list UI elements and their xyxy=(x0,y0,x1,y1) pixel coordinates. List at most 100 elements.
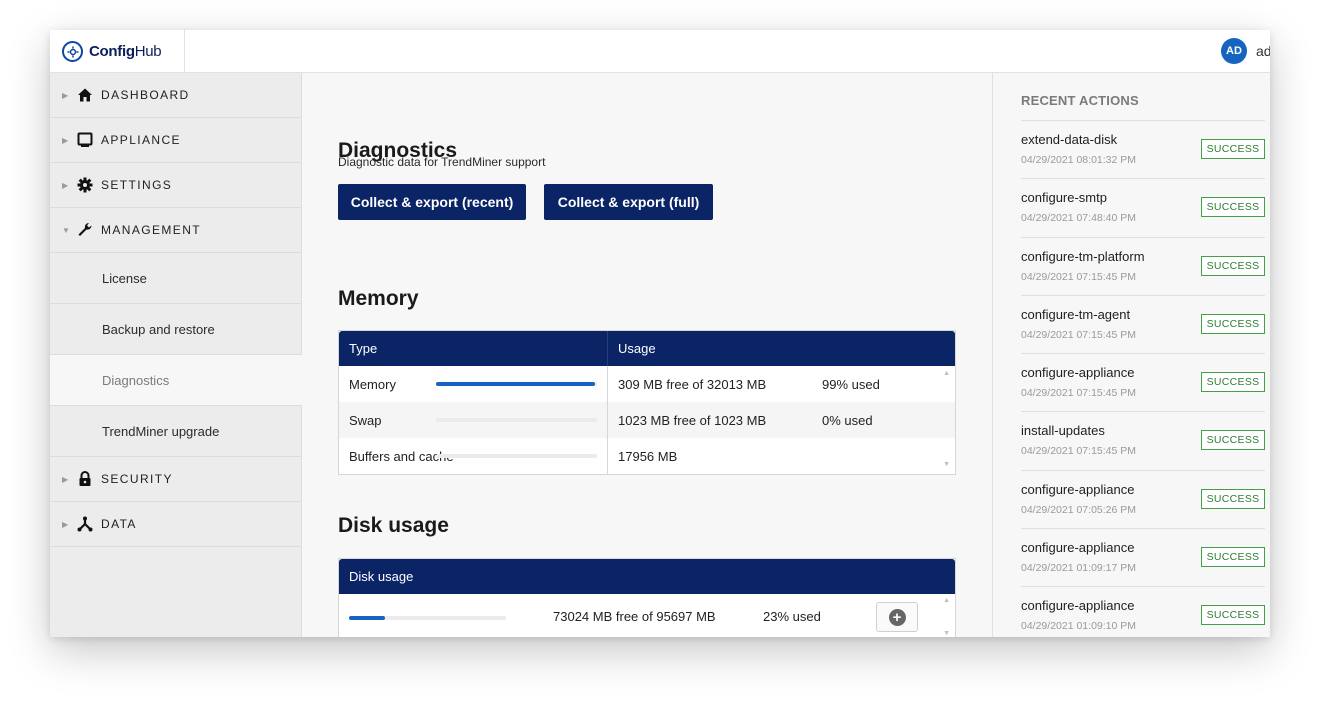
column-header-usage: Usage xyxy=(618,341,656,356)
action-name: configure-tm-agent xyxy=(1021,306,1131,322)
sidebar-item-label: APPLIANCE xyxy=(101,133,181,147)
action-name: configure-smtp xyxy=(1021,190,1107,206)
recent-actions-list: extend-data-disk 04/29/2021 08:01:32 PM SU… xyxy=(1021,120,1265,637)
sidebar-item-label: DATA xyxy=(101,517,137,531)
disk-usage-table-header: Disk usage xyxy=(339,559,955,594)
scroll-down-icon[interactable]: ▼ xyxy=(943,630,950,637)
swap-type-cell: Swap xyxy=(349,412,382,428)
action-time: 04/29/2021 01:09:10 PM xyxy=(1021,620,1137,633)
status-badge: SUCCESS xyxy=(1201,547,1265,568)
list-item[interactable]: configure-appliance 04/29/2021 01:09:10 P… xyxy=(1021,587,1265,637)
list-item[interactable]: configure-appliance 04/29/2021 01:09:17 P… xyxy=(1021,529,1265,588)
memory-table-header: Type Usage xyxy=(339,331,955,366)
action-name: configure-appliance xyxy=(1021,598,1135,614)
sidebar-item-settings[interactable]: ▶ SETTINGS xyxy=(50,163,301,208)
scroll-up-icon[interactable]: ▲ xyxy=(943,370,950,377)
buffers-usage-cell: 17956 MB xyxy=(618,448,678,464)
sidebar-item-label: DASHBOARD xyxy=(101,88,190,102)
memory-usage-bar xyxy=(436,382,597,386)
status-badge: SUCCESS xyxy=(1201,139,1265,159)
sidebar: ▶ DASHBOARD ▶ APPLIANCE ▶ SETTINGS ▼ MAN… xyxy=(50,73,302,637)
memory-heading: Memory xyxy=(338,287,419,310)
wrench-icon xyxy=(77,222,93,238)
list-item[interactable]: configure-tm-platform 04/29/2021 07:15:45… xyxy=(1021,238,1265,296)
action-name: configure-tm-platform xyxy=(1021,248,1145,264)
disk-usage-cell: 73024 MB free of 95697 MB xyxy=(553,609,716,624)
diagnostics-description: Diagnostic data for TrendMiner support xyxy=(338,155,546,169)
caret-right-icon: ▶ xyxy=(62,519,69,529)
caret-right-icon: ▶ xyxy=(62,90,69,100)
collect-export-recent-button[interactable]: Collect & export (recent) xyxy=(338,184,526,220)
disk-usage-bar-fill xyxy=(349,616,386,620)
confighub-logo-icon xyxy=(62,41,83,62)
expand-disk-button[interactable]: + xyxy=(876,602,918,632)
action-name: configure-appliance xyxy=(1021,481,1135,497)
disk-usage-table: Disk usage 73024 MB free of 95697 MB 23%… xyxy=(338,558,956,637)
swap-usage-bar xyxy=(436,418,597,422)
list-item[interactable]: install-updates 04/29/2021 07:15:45 PM SUC… xyxy=(1021,412,1265,471)
scroll-up-icon[interactable]: ▲ xyxy=(943,597,950,604)
list-item[interactable]: configure-appliance 04/29/2021 07:05:26 P… xyxy=(1021,471,1265,530)
logo-text: ConfigHub xyxy=(89,43,162,60)
sidebar-item-management[interactable]: ▼ MANAGEMENT xyxy=(50,208,301,253)
swap-percent-cell: 0% used xyxy=(822,412,873,428)
sidebar-subitem-trendminer-upgrade[interactable]: TrendMiner upgrade xyxy=(50,406,301,457)
action-name: extend-data-disk xyxy=(1021,132,1118,147)
action-name: install-updates xyxy=(1021,423,1105,439)
list-item[interactable]: configure-appliance 04/29/2021 07:15:45 P… xyxy=(1021,354,1265,413)
main-content: Diagnostics Diagnostic data for TrendMin… xyxy=(302,73,992,637)
memory-type-cell: Memory xyxy=(349,376,396,392)
caret-right-icon: ▶ xyxy=(62,474,69,484)
status-badge: SUCCESS xyxy=(1201,430,1265,451)
status-badge: SUCCESS xyxy=(1201,197,1265,218)
column-divider xyxy=(607,402,608,438)
memory-usage-bar-fill xyxy=(436,382,596,386)
action-time: 04/29/2021 07:15:45 PM xyxy=(1021,270,1137,283)
action-time: 04/29/2021 07:15:45 PM xyxy=(1021,387,1137,400)
recent-actions-title: RECENT ACTIONS xyxy=(1021,93,1139,108)
disk-usage-heading: Disk usage xyxy=(338,514,449,537)
sidebar-item-label: SECURITY xyxy=(101,472,173,486)
logo[interactable]: ConfigHub xyxy=(50,30,185,73)
table-row: Memory 309 MB free of 32013 MB 99% used … xyxy=(339,366,955,402)
column-header-disk-usage: Disk usage xyxy=(349,569,414,584)
swap-usage-cell: 1023 MB free of 1023 MB xyxy=(618,412,767,428)
memory-table: Type Usage Memory 309 MB free of 32013 M… xyxy=(338,330,956,475)
column-divider xyxy=(607,366,608,402)
lock-icon xyxy=(77,471,93,487)
status-badge: SUCCESS xyxy=(1201,313,1265,334)
plus-circle-icon: + xyxy=(888,608,906,626)
caret-right-icon: ▶ xyxy=(62,180,69,190)
action-time: 04/29/2021 01:09:17 PM xyxy=(1021,562,1137,575)
recent-actions-panel: RECENT ACTIONS extend-data-disk 04/29/202… xyxy=(992,73,1270,637)
sidebar-item-label: SETTINGS xyxy=(101,178,173,192)
list-item[interactable]: configure-tm-agent 04/29/2021 07:15:45 PM… xyxy=(1021,296,1265,355)
user-name[interactable]: ad xyxy=(1256,43,1270,59)
table-row: Swap 1023 MB free of 1023 MB 0% used xyxy=(339,402,955,438)
column-divider xyxy=(607,331,608,366)
user-avatar[interactable]: AD xyxy=(1221,38,1247,64)
action-name: configure-appliance xyxy=(1021,365,1135,381)
top-bar: ConfigHub AD ad xyxy=(50,30,1270,73)
sidebar-subitem-license[interactable]: License xyxy=(50,253,301,304)
status-badge: SUCCESS xyxy=(1201,488,1265,509)
list-item[interactable]: configure-smtp 04/29/2021 07:48:40 PM SUCC… xyxy=(1021,179,1265,238)
status-badge: SUCCESS xyxy=(1201,255,1265,276)
table-row: 73024 MB free of 95697 MB 23% used + ▲ ▼ xyxy=(339,594,955,637)
list-item[interactable]: extend-data-disk 04/29/2021 08:01:32 PM SU… xyxy=(1021,121,1265,180)
sidebar-subitem-backup-and-restore[interactable]: Backup and restore xyxy=(50,304,301,355)
sidebar-item-dashboard[interactable]: ▶ DASHBOARD xyxy=(50,73,301,118)
sidebar-subitem-diagnostics[interactable]: Diagnostics xyxy=(50,355,302,406)
buffers-usage-bar xyxy=(436,454,597,458)
collect-export-full-button[interactable]: Collect & export (full) xyxy=(544,184,713,220)
sidebar-item-appliance[interactable]: ▶ APPLIANCE xyxy=(50,118,301,163)
column-divider xyxy=(607,438,608,474)
disk-percent-cell: 23% used xyxy=(763,609,821,624)
table-row: Buffers and cache 17956 MB ▼ xyxy=(339,438,955,474)
sidebar-item-data[interactable]: ▶ DATA xyxy=(50,502,301,547)
gear-icon xyxy=(77,177,93,193)
action-time: 04/29/2021 08:01:32 PM xyxy=(1021,154,1137,166)
scroll-down-icon[interactable]: ▼ xyxy=(943,461,950,468)
sidebar-item-security[interactable]: ▶ SECURITY xyxy=(50,457,301,502)
status-badge: SUCCESS xyxy=(1201,372,1265,393)
